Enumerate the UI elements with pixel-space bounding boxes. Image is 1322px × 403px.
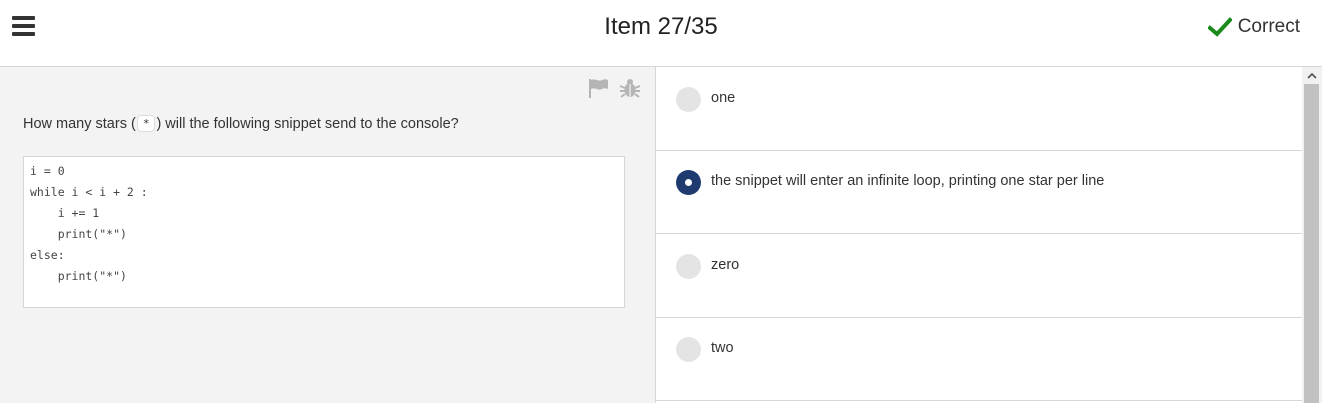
radio-button[interactable] xyxy=(676,87,701,112)
status-indicator: Correct xyxy=(1207,16,1300,38)
question-text-before: How many stars ( xyxy=(23,116,136,132)
flag-icon[interactable] xyxy=(587,77,609,99)
page-title: Item 27/35 xyxy=(604,13,718,40)
answer-option-selected[interactable]: the snippet will enter an infinite loop,… xyxy=(656,150,1302,234)
answer-label: one xyxy=(711,90,736,106)
question-text: How many stars (*) will the following sn… xyxy=(23,115,459,132)
answer-option[interactable]: two xyxy=(656,317,1302,401)
status-label: Correct xyxy=(1237,16,1300,37)
answers-pane: one the snippet will enter an infinite l… xyxy=(656,67,1322,403)
question-pane: How many stars (*) will the following sn… xyxy=(0,67,656,403)
top-bar: Item 27/35 Correct xyxy=(0,0,1322,67)
inline-code-token: * xyxy=(136,115,156,132)
radio-button-selected[interactable] xyxy=(676,170,701,195)
code-snippet: i = 0 while i < i + 2 : i += 1 print("*"… xyxy=(23,156,625,308)
scroll-up-arrow-icon[interactable] xyxy=(1302,67,1322,84)
answer-option[interactable]: zero xyxy=(656,234,1302,318)
checkmark-icon xyxy=(1207,17,1232,37)
code-text: i = 0 while i < i + 2 : i += 1 print("*"… xyxy=(30,164,148,283)
scrollbar[interactable] xyxy=(1302,67,1322,403)
bug-icon[interactable] xyxy=(619,77,641,99)
radio-button[interactable] xyxy=(676,254,701,279)
radio-button[interactable] xyxy=(676,337,701,362)
answer-option[interactable]: one xyxy=(656,67,1302,151)
question-text-after: ) will the following snippet send to the… xyxy=(156,116,459,132)
answer-label: the snippet will enter an infinite loop,… xyxy=(711,173,1105,189)
scrollbar-thumb[interactable] xyxy=(1304,84,1319,403)
answer-label: two xyxy=(711,340,734,356)
answer-label: zero xyxy=(711,257,740,273)
question-tools xyxy=(587,77,641,99)
